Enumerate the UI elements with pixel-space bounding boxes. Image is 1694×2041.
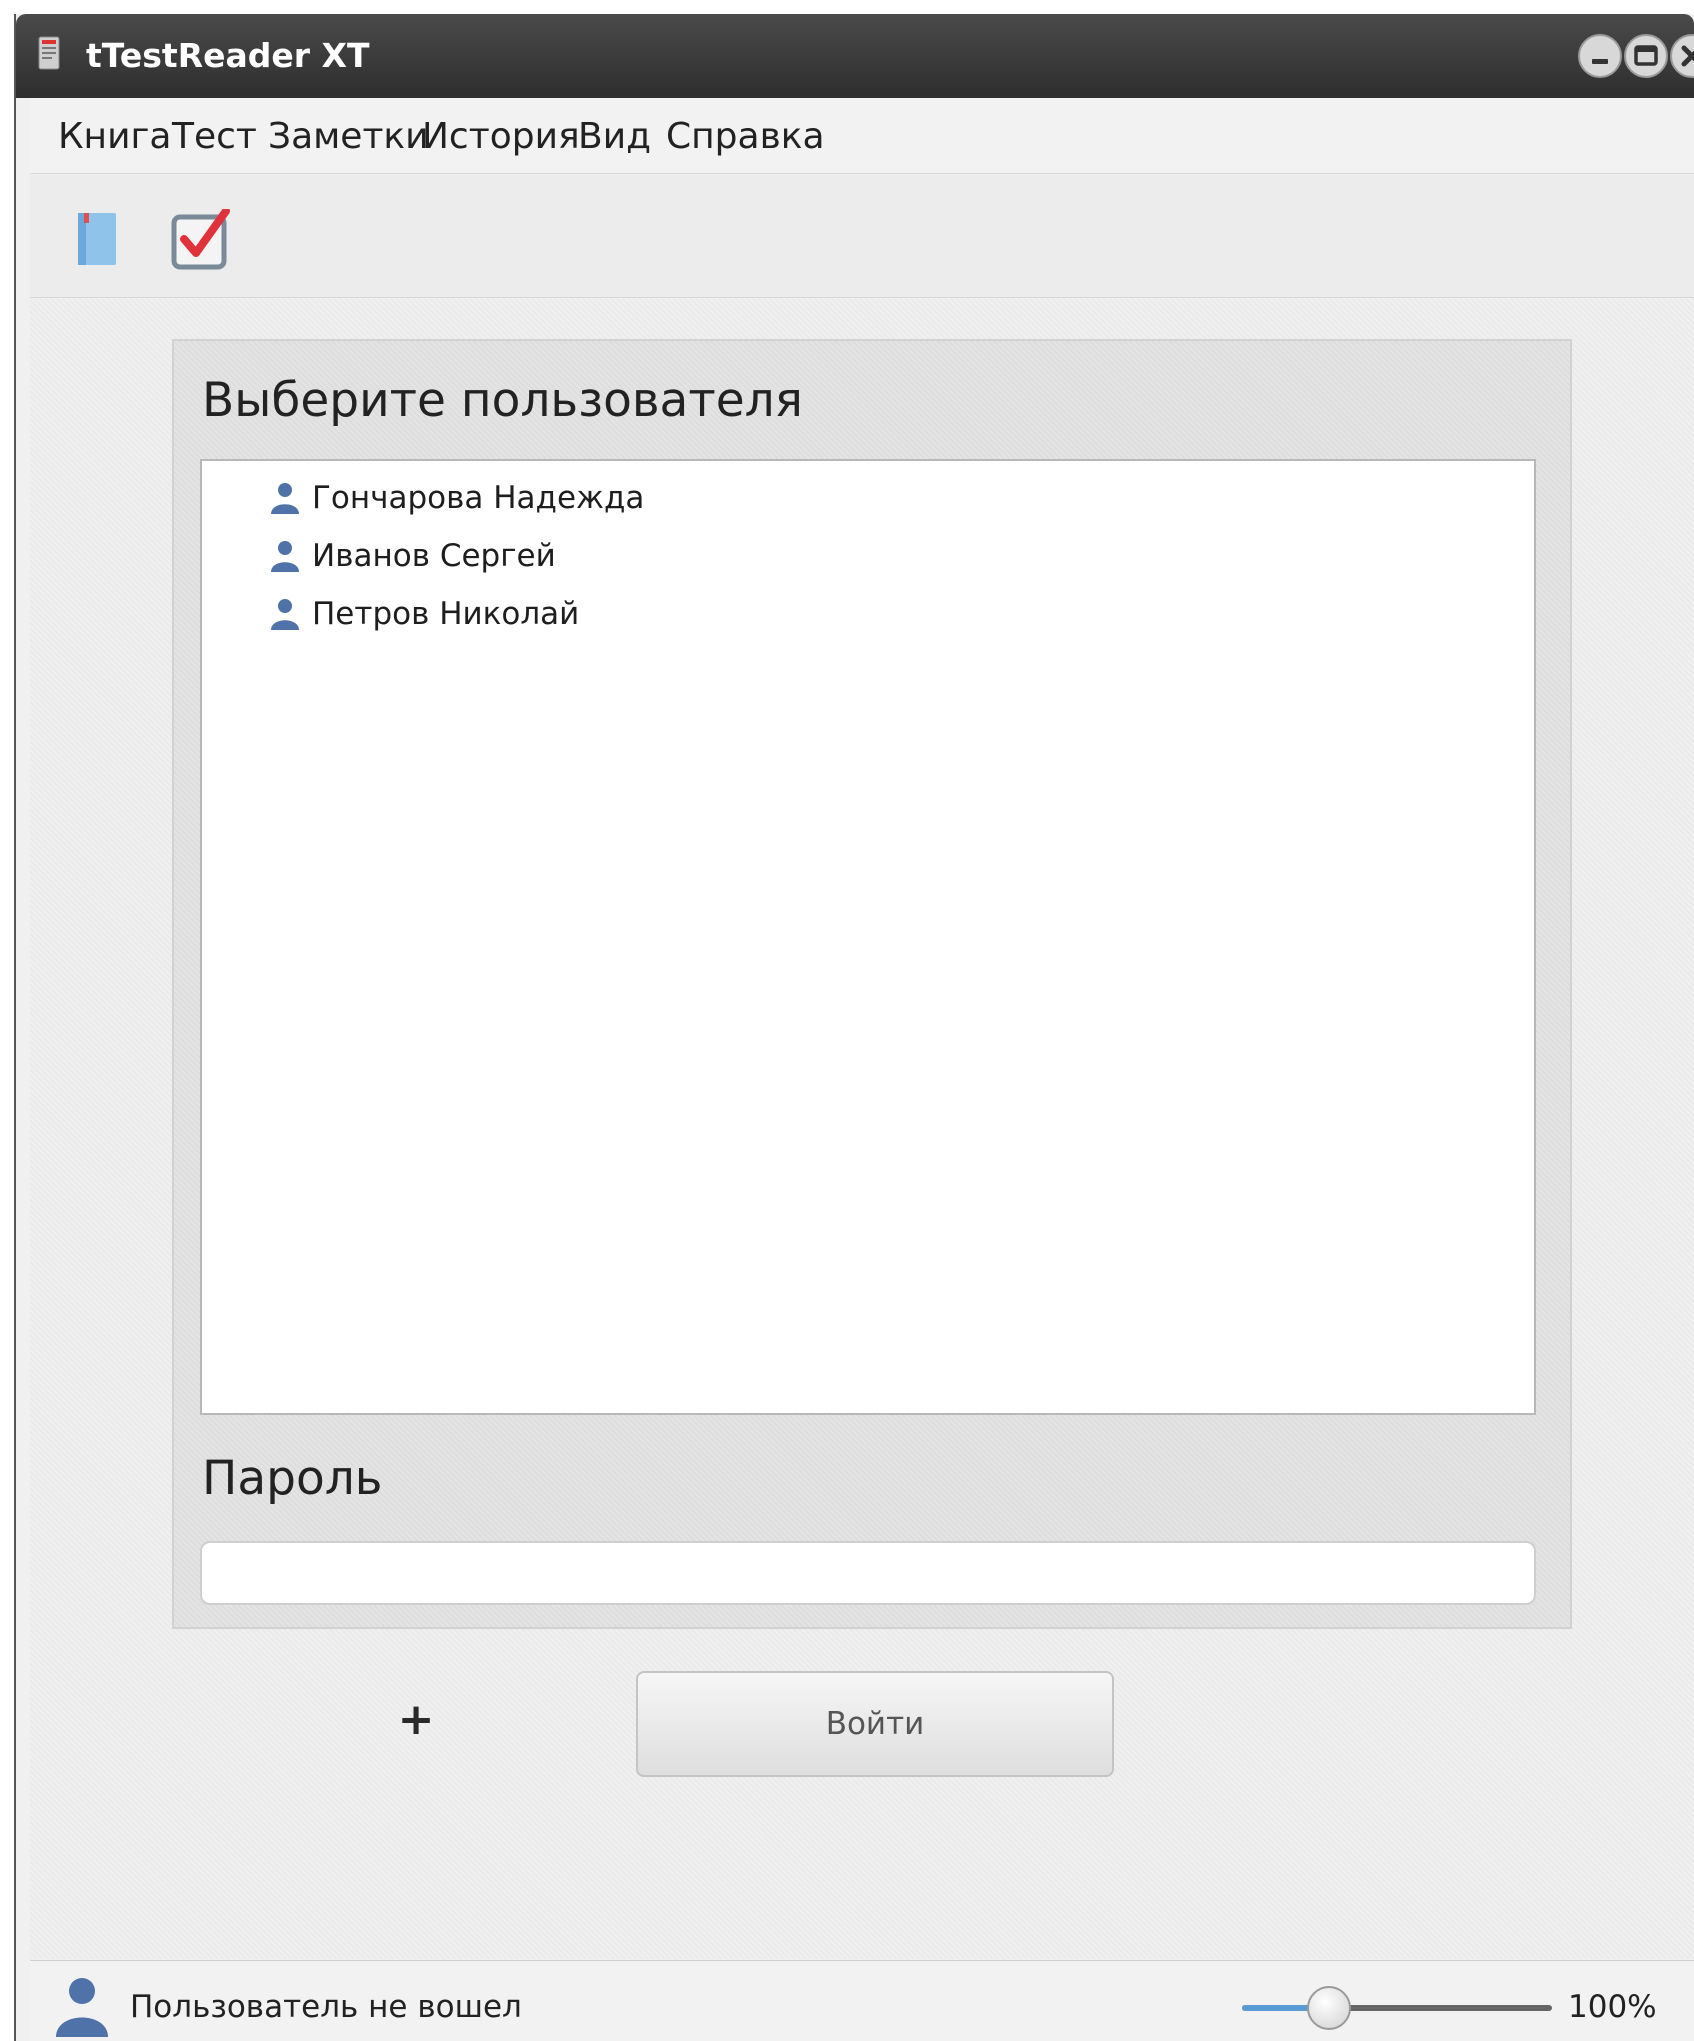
menu-item-book[interactable]: Книга xyxy=(58,116,171,157)
user-list-item[interactable]: Гончарова Надежда xyxy=(268,473,644,523)
password-field[interactable] xyxy=(200,1541,1536,1605)
checkbox-test-icon xyxy=(171,207,230,270)
user-list-item[interactable]: Петров Николай xyxy=(268,589,579,639)
book-button[interactable] xyxy=(70,209,122,273)
title-bar[interactable]: tTestReader XT xyxy=(16,14,1694,98)
user-icon xyxy=(271,541,299,572)
zoom-level: 100% xyxy=(1568,1989,1657,2025)
password-label: Пароль xyxy=(202,1451,383,1506)
zoom-slider-thumb[interactable] xyxy=(1307,1986,1351,2030)
zoom-slider[interactable] xyxy=(1242,1983,1552,2033)
menu-item-history[interactable]: История xyxy=(422,116,580,157)
status-bar: Пользователь не вошел 100% xyxy=(30,1960,1694,2041)
content-area: Выберите пользователя Гончарова Надежда … xyxy=(30,299,1694,1959)
menu-bar: Книга Тест Заметки История Вид Справка xyxy=(30,98,1694,174)
book-icon xyxy=(78,213,116,265)
user-icon xyxy=(271,483,299,514)
user-name: Иванов Сергей xyxy=(312,538,556,574)
select-user-heading: Выберите пользователя xyxy=(202,373,803,428)
menu-item-help[interactable]: Справка xyxy=(666,116,825,157)
app-window: tTestReader XT Книга Тест Заметки Истори… xyxy=(14,14,1694,2041)
window-title: tTestReader XT xyxy=(86,36,370,75)
maximize-button[interactable] xyxy=(1624,34,1668,78)
menu-item-notes[interactable]: Заметки xyxy=(268,116,429,157)
user-name: Гончарова Надежда xyxy=(312,480,645,516)
menu-item-view[interactable]: Вид xyxy=(578,116,651,157)
toolbar xyxy=(30,175,1694,298)
minimize-button[interactable] xyxy=(1578,34,1622,78)
add-user-button[interactable]: + xyxy=(386,1689,446,1749)
app-icon xyxy=(38,36,60,70)
login-button[interactable]: Войти xyxy=(636,1671,1114,1777)
user-list-item[interactable]: Иванов Сергей xyxy=(268,531,556,581)
maximize-icon xyxy=(1634,45,1658,66)
user-list[interactable]: Гончарова Надежда Иванов Сергей Петров Н… xyxy=(200,459,1536,1415)
test-button[interactable] xyxy=(170,207,234,277)
login-panel: Выберите пользователя Гончарова Надежда … xyxy=(172,339,1572,1629)
minimize-icon xyxy=(1592,59,1608,64)
close-button[interactable] xyxy=(1670,34,1694,78)
close-icon xyxy=(1681,45,1694,67)
status-text: Пользователь не вошел xyxy=(130,1989,522,2025)
menu-item-test[interactable]: Тест xyxy=(172,116,257,157)
user-icon xyxy=(271,599,299,630)
user-name: Петров Николай xyxy=(312,596,580,632)
user-status-icon xyxy=(56,1978,108,2037)
